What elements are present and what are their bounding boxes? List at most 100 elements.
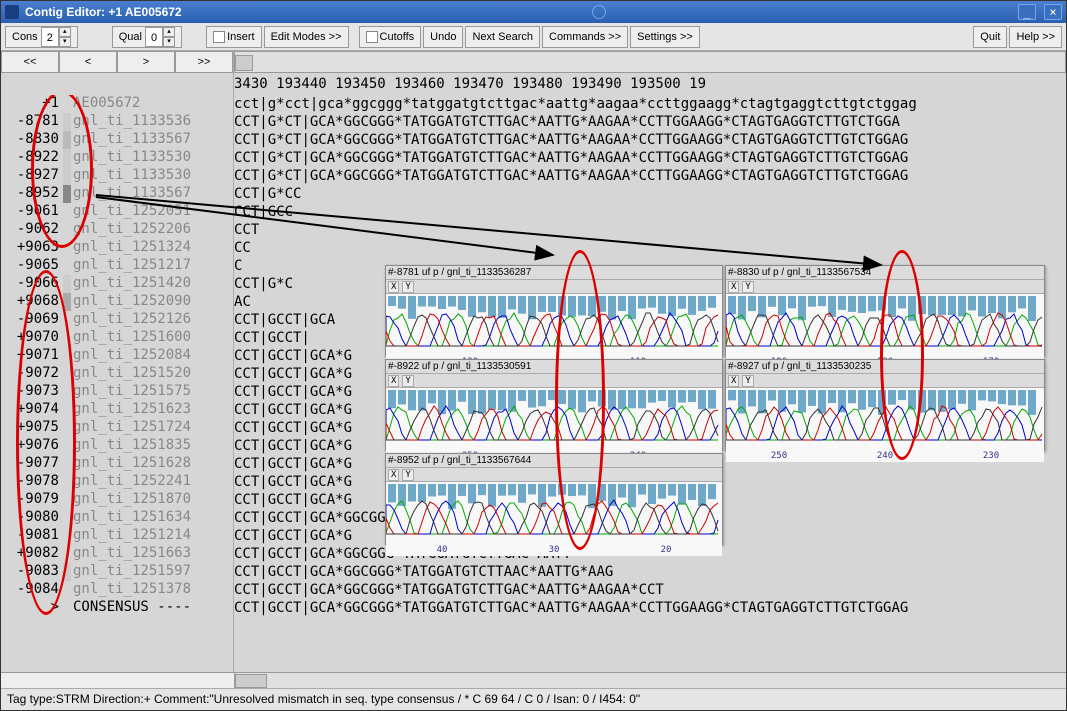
read-row[interactable]: -9073gnl_ti_1251575 — [1, 383, 233, 401]
trace-x-tick: 250 — [771, 451, 787, 461]
cutoffs-label: Cutoffs — [380, 31, 415, 43]
nav-next-button[interactable]: > — [117, 51, 175, 73]
edit-modes-menu[interactable]: Edit Modes >> — [264, 26, 349, 48]
quit-button[interactable]: Quit — [973, 26, 1007, 48]
read-row[interactable]: +9082gnl_ti_1251663 — [1, 545, 233, 563]
sequence-row[interactable]: CCT — [234, 221, 1066, 239]
trace-x-button[interactable]: X — [388, 281, 399, 293]
read-row[interactable]: -8781gnl_ti_1133536 — [1, 113, 233, 131]
quality-bar — [63, 419, 71, 437]
quality-bar — [63, 473, 71, 491]
horizontal-scrollbar-bottom[interactable] — [1, 672, 1066, 688]
trace-window[interactable]: #-8830 uf p / gnl_ti_1133567534XY1901801… — [725, 265, 1045, 357]
qual-value[interactable]: 0 — [145, 27, 163, 47]
read-row[interactable]: -9080gnl_ti_1251634 — [1, 509, 233, 527]
quality-bar — [63, 149, 71, 167]
trace-x-tick: 30 — [549, 545, 560, 555]
trace-y-button[interactable]: Y — [742, 375, 753, 387]
reads-list[interactable]: +1AE005672-8781gnl_ti_1133536-8830gnl_ti… — [1, 95, 234, 672]
insert-toggle[interactable]: Insert — [206, 26, 262, 48]
trace-y-button[interactable]: Y — [402, 375, 413, 387]
sequence-row[interactable]: CCT|G*CT|GCA*GGCGGG*TATGGATGTCTTGAC*AATT… — [234, 167, 1066, 185]
read-row[interactable]: -9072gnl_ti_1251520 — [1, 365, 233, 383]
quality-bar — [63, 131, 71, 149]
read-number: -9079 — [1, 491, 61, 509]
sequence-row[interactable]: CCT|G*CC — [234, 185, 1066, 203]
read-row[interactable]: +1AE005672 — [1, 95, 233, 113]
read-row[interactable]: -9079gnl_ti_1251870 — [1, 491, 233, 509]
read-row[interactable]: -9083gnl_ti_1251597 — [1, 563, 233, 581]
read-name: gnl_ti_1133530 — [73, 149, 233, 167]
cons-value[interactable]: 2 — [41, 27, 59, 47]
quality-bar — [63, 257, 71, 275]
read-row[interactable]: -9084gnl_ti_1251378 — [1, 581, 233, 599]
read-row[interactable]: +9075gnl_ti_1251724 — [1, 419, 233, 437]
read-number: -9072 — [1, 365, 61, 383]
read-row[interactable]: -9062gnl_ti_1252206 — [1, 221, 233, 239]
horizontal-scrollbar-top[interactable] — [234, 51, 1066, 73]
read-number: -9066 — [1, 275, 61, 293]
read-row[interactable]: -8830gnl_ti_1133567 — [1, 131, 233, 149]
trace-window[interactable]: #-8922 uf p / gnl_ti_1133530591XY250240 — [385, 359, 723, 451]
read-row[interactable]: -9078gnl_ti_1252241 — [1, 473, 233, 491]
sequence-row[interactable]: CC — [234, 239, 1066, 257]
minimize-button[interactable]: _ — [1018, 4, 1036, 20]
trace-window[interactable]: #-8927 uf p / gnl_ti_1133530235XY2502402… — [725, 359, 1045, 451]
sequence-row[interactable]: CCT|G*CT|GCA*GGCGGG*TATGGATGTCTTGAC*AATT… — [234, 113, 1066, 131]
read-row[interactable]: >CONSENSUS ---- — [1, 599, 233, 617]
read-row[interactable]: +9063gnl_ti_1251324 — [1, 239, 233, 257]
sequence-row[interactable]: CCT|GCCT|GCA*GGCGGG*TATGGATGTCTTAAC*AATT… — [234, 563, 1066, 581]
qual-spinner[interactable]: Qual 0 ▴▾ — [112, 26, 182, 48]
nav-first-button[interactable]: << — [1, 51, 59, 73]
commands-menu[interactable]: Commands >> — [542, 26, 628, 48]
read-row[interactable]: +9068gnl_ti_1252090 — [1, 293, 233, 311]
settings-menu[interactable]: Settings >> — [630, 26, 700, 48]
nav-last-button[interactable]: >> — [175, 51, 233, 73]
sequence-row[interactable]: cct|g*cct|gca*ggcggg*tatggatgtcttgac*aat… — [234, 95, 1066, 113]
help-menu[interactable]: Help >> — [1009, 26, 1062, 48]
sequence-row[interactable]: CCT|GCC — [234, 203, 1066, 221]
cons-spin-buttons[interactable]: ▴▾ — [59, 27, 71, 47]
sequence-row[interactable]: CCT|GCCT|GCA*GGCGGG*TATGGATGTCTTGAC*AATT… — [234, 581, 1066, 599]
read-row[interactable]: +9070gnl_ti_1251600 — [1, 329, 233, 347]
cons-spinner[interactable]: Cons 2 ▴▾ — [5, 26, 78, 48]
read-row[interactable]: -9077gnl_ti_1251628 — [1, 455, 233, 473]
read-row[interactable]: -8952gnl_ti_1133567 — [1, 185, 233, 203]
read-name: gnl_ti_1251420 — [73, 275, 233, 293]
read-number: +9075 — [1, 419, 61, 437]
read-row[interactable]: -9066 gnl_ti_1251420 — [1, 275, 233, 293]
read-row[interactable]: -9081gnl_ti_1251214 — [1, 527, 233, 545]
nav-row: << < > >> — [1, 51, 1066, 73]
read-row[interactable]: -9061gnl_ti_1252051 — [1, 203, 233, 221]
read-row[interactable]: -9069gnl_ti_1252126 — [1, 311, 233, 329]
next-search-button[interactable]: Next Search — [465, 26, 540, 48]
trace-body: 120110 — [386, 294, 722, 368]
read-name: gnl_ti_1133567 — [73, 185, 233, 203]
trace-y-button[interactable]: Y — [402, 469, 413, 481]
read-name: gnl_ti_1133567 — [73, 131, 233, 149]
trace-window[interactable]: #-8952 uf p / gnl_ti_1133567644XY403020 — [385, 453, 723, 545]
read-row[interactable]: +9076gnl_ti_1251835 — [1, 437, 233, 455]
nav-prev-button[interactable]: < — [59, 51, 117, 73]
trace-x-button[interactable]: X — [388, 375, 399, 387]
trace-x-button[interactable]: X — [728, 281, 739, 293]
quality-bar — [63, 203, 71, 221]
trace-x-button[interactable]: X — [728, 375, 739, 387]
quality-bar — [63, 221, 71, 239]
qual-spin-buttons[interactable]: ▴▾ — [163, 27, 175, 47]
sequence-row[interactable]: CCT|GCCT|GCA*GGCGGG*TATGGATGTCTTGAC*AATT… — [234, 599, 1066, 617]
trace-window[interactable]: #-8781 uf p / gnl_ti_1133536287XY120110 — [385, 265, 723, 357]
read-row[interactable]: -8927gnl_ti_1133530 — [1, 167, 233, 185]
read-row[interactable]: +9074gnl_ti_1251623 — [1, 401, 233, 419]
read-row[interactable]: -8922gnl_ti_1133530 — [1, 149, 233, 167]
close-button[interactable]: × — [1044, 4, 1062, 20]
undo-button[interactable]: Undo — [423, 26, 463, 48]
sequence-row[interactable]: CCT|G*CT|GCA*GGCGGG*TATGGATGTCTTGAC*AATT… — [234, 131, 1066, 149]
sequence-row[interactable]: CCT|G*CT|GCA*GGCGGG*TATGGATGTCTTGAC*AATT… — [234, 149, 1066, 167]
cutoffs-toggle[interactable]: Cutoffs — [359, 26, 422, 48]
read-row[interactable]: +9071gnl_ti_1252084 — [1, 347, 233, 365]
read-row[interactable]: -9065gnl_ti_1251217 — [1, 257, 233, 275]
trace-y-button[interactable]: Y — [742, 281, 753, 293]
trace-x-button[interactable]: X — [388, 469, 399, 481]
trace-y-button[interactable]: Y — [402, 281, 413, 293]
